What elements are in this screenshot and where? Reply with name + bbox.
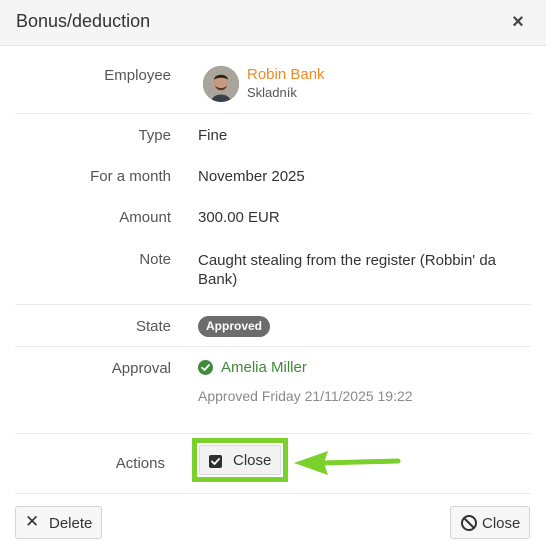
dialog-title: Bonus/deduction (16, 11, 151, 31)
note-label: Note (139, 251, 171, 268)
approval-timestamp: Approved Friday 21/11/2025 19:22 (198, 388, 413, 404)
approval-label: Approval (111, 360, 171, 377)
amount-label: Amount (119, 209, 171, 226)
delete-label: Delete (49, 515, 93, 532)
divider (15, 346, 531, 347)
employee-label: Employee (104, 67, 171, 84)
divider (15, 433, 531, 434)
ban-icon (460, 514, 478, 532)
divider (15, 493, 531, 494)
dialog-header: Bonus/deduction × (0, 0, 546, 46)
type-value: Fine (198, 127, 228, 144)
month-label: For a month (90, 168, 171, 185)
checkbox-icon (209, 455, 222, 468)
approver-name: Amelia Miller (221, 359, 307, 376)
close-button[interactable]: Close (450, 506, 530, 539)
month-value: November 2025 (198, 168, 305, 185)
delete-button[interactable]: ✕ Delete (15, 506, 102, 539)
close-label: Close (482, 515, 521, 532)
arrow-pointer-icon (292, 447, 402, 479)
times-icon: ✕ (25, 512, 40, 531)
state-label: State (135, 318, 171, 335)
note-value: Caught stealing from the register (Robbi… (198, 252, 497, 288)
actions-label: Actions (115, 455, 165, 472)
close-action-label: Close (233, 452, 272, 469)
close-icon[interactable]: × (507, 10, 529, 34)
check-circle-icon (198, 360, 213, 375)
avatar (203, 66, 239, 102)
type-label: Type (138, 127, 171, 144)
close-action-button[interactable]: Close (199, 445, 281, 475)
employee-role: Skladník (247, 85, 297, 100)
status-badge: Approved (198, 316, 271, 337)
amount-value: 300.00 EUR (198, 209, 280, 226)
employee-name-link[interactable]: Robin Bank (247, 66, 325, 83)
divider (15, 113, 531, 114)
divider (15, 304, 531, 305)
